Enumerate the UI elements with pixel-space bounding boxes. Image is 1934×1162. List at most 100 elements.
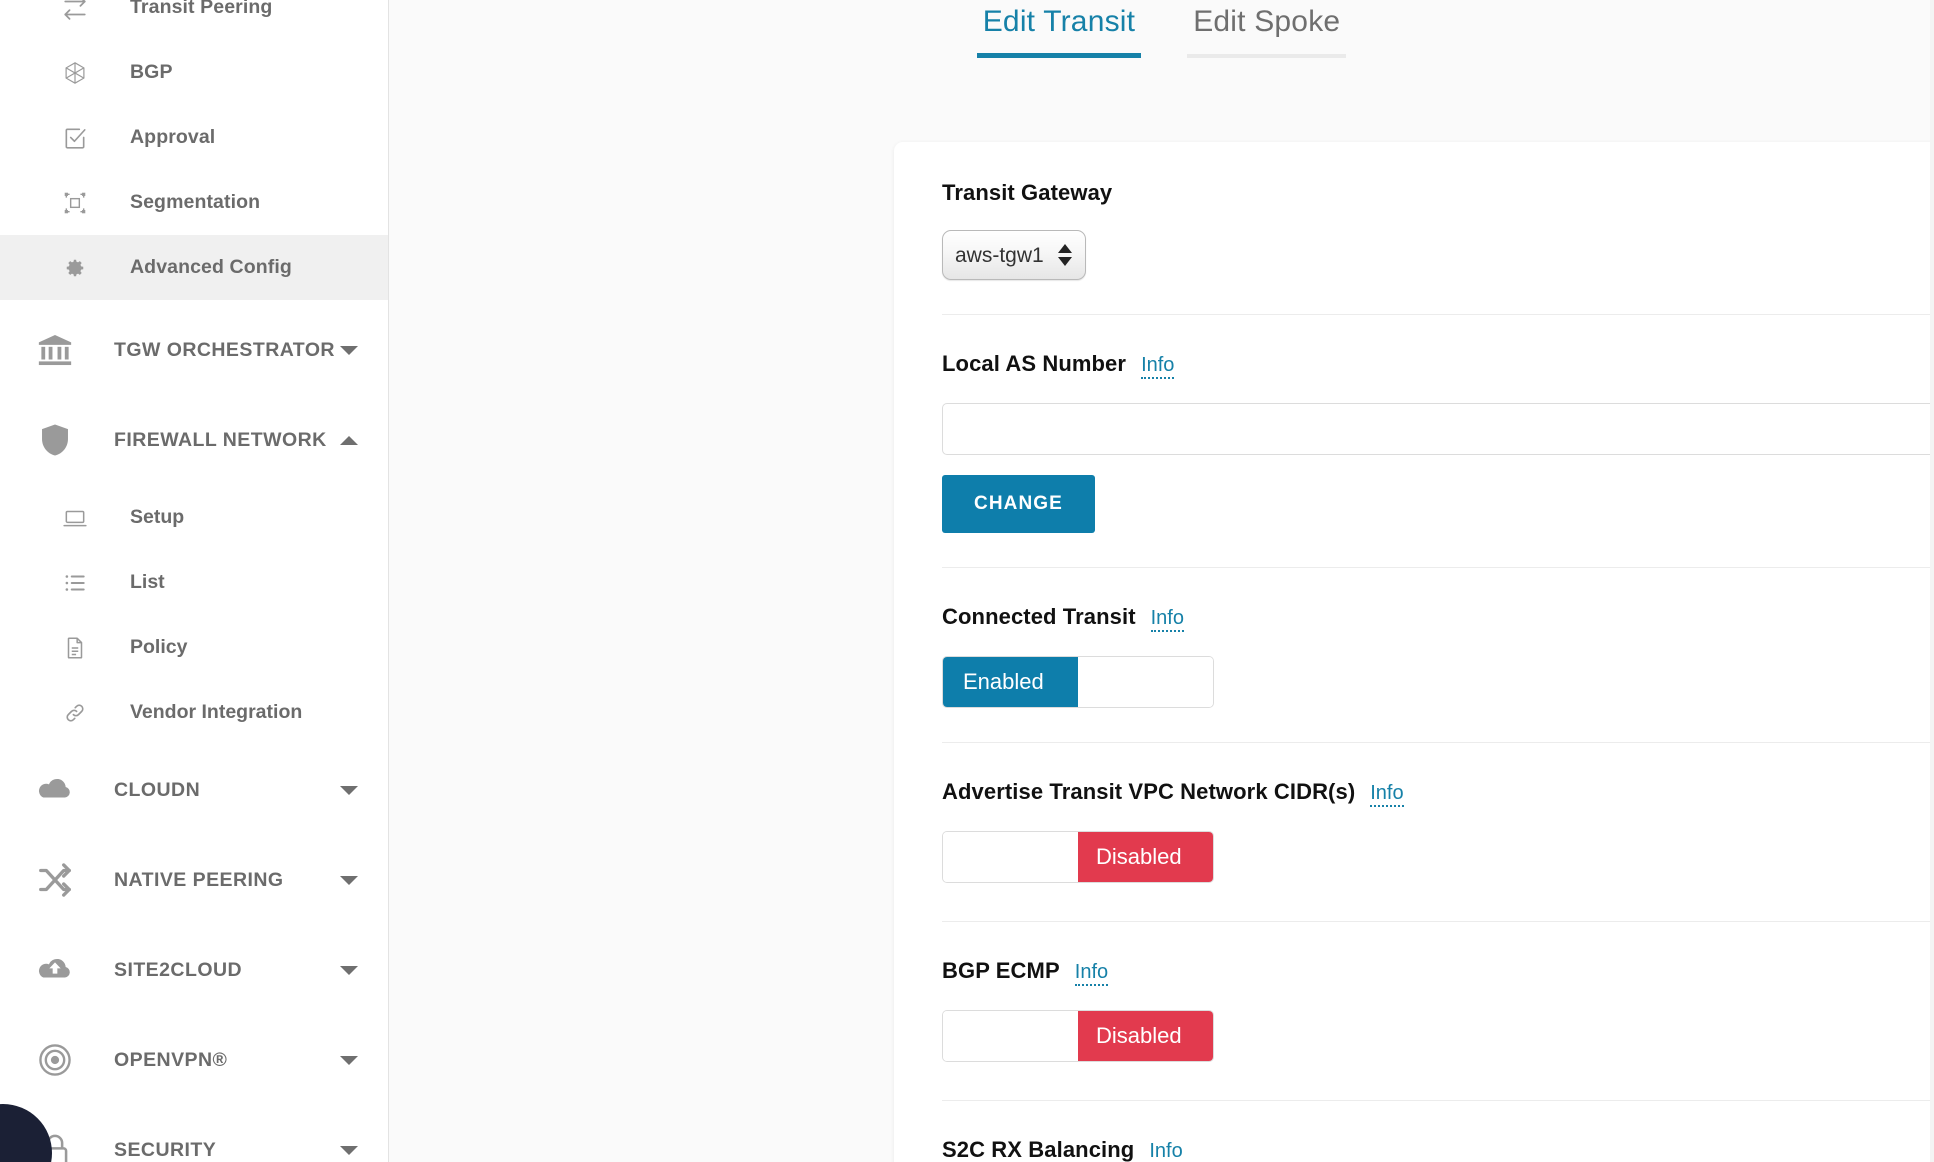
chevron-down-icon[interactable]	[340, 966, 358, 975]
field-header: S2C RX Balancing Info	[942, 1137, 1934, 1162]
field-connected-transit: Connected Transit Info Enabled	[942, 568, 1934, 743]
transit-gateway-select-wrap: aws-tgw1	[942, 230, 1086, 280]
field-label: BGP ECMP	[942, 958, 1060, 984]
main-content: Edit Transit Edit Spoke Transit Gateway …	[389, 0, 1934, 1162]
sidebar-item-advanced-config[interactable]: Advanced Config	[0, 235, 388, 300]
sidebar-item-label: Segmentation	[130, 191, 260, 214]
toggle-state-label: Disabled	[1078, 832, 1213, 882]
field-label: Advertise Transit VPC Network CIDR(s)	[942, 779, 1355, 805]
info-link[interactable]: Info	[1075, 961, 1108, 986]
field-header: BGP ECMP Info	[942, 958, 1934, 986]
tab-underline	[977, 53, 1141, 58]
transfer-icon	[58, 0, 92, 21]
chevron-down-icon[interactable]	[340, 1056, 358, 1065]
sidebar: Transit Peering BGP Approv	[0, 0, 389, 1162]
transit-gateway-select[interactable]: aws-tgw1	[942, 230, 1086, 280]
toggle-state-label: Disabled	[1078, 1011, 1213, 1061]
sidebar-item-label: List	[130, 571, 165, 594]
tab-bar: Edit Transit Edit Spoke	[389, 0, 1934, 60]
advertise-cidrs-toggle[interactable]: Disabled	[942, 831, 1214, 883]
local-as-number-field: ▲▼	[942, 403, 1934, 455]
list-icon	[58, 570, 92, 596]
info-link[interactable]: Info	[1141, 354, 1174, 379]
sidebar-item-label: Setup	[130, 506, 184, 529]
sidebar-item-policy[interactable]: Policy	[0, 615, 388, 680]
link-icon	[58, 700, 92, 726]
sidebar-group-label: FIREWALL NETWORK	[114, 429, 327, 452]
sidebar-item-bgp[interactable]: BGP	[0, 40, 388, 105]
field-local-as-number: Local AS Number Info ▲▼ CHANGE	[942, 315, 1934, 568]
target-icon	[32, 1041, 78, 1079]
toggle-track	[1078, 657, 1213, 707]
field-header: Advertise Transit VPC Network CIDR(s) In…	[942, 779, 1934, 807]
sidebar-item-label: Approval	[130, 126, 215, 149]
tab-label: Edit Spoke	[1193, 5, 1340, 38]
tab-edit-spoke[interactable]: Edit Spoke	[1187, 0, 1346, 58]
sidebar-group-label: OPENVPN®	[114, 1049, 227, 1072]
local-as-number-input[interactable]	[942, 403, 1934, 455]
sidebar-group-label: SECURITY	[114, 1139, 216, 1162]
field-advertise-cidrs: Advertise Transit VPC Network CIDR(s) In…	[942, 743, 1934, 922]
shuffle-icon	[32, 861, 78, 899]
toggle-track	[943, 1011, 1078, 1061]
sidebar-item-label: Vendor Integration	[130, 701, 302, 724]
chevron-down-icon[interactable]	[340, 1146, 358, 1155]
toggle-track	[943, 832, 1078, 882]
chevron-down-icon[interactable]	[340, 786, 358, 795]
field-transit-gateway: Transit Gateway aws-tgw1	[942, 142, 1934, 315]
document-icon	[58, 635, 92, 661]
sidebar-group-native-peering[interactable]: NATIVE PEERING	[0, 835, 388, 925]
field-header: Transit Gateway	[942, 180, 1934, 206]
connected-transit-toggle[interactable]: Enabled	[942, 656, 1214, 708]
field-label: Transit Gateway	[942, 180, 1112, 206]
sidebar-item-setup[interactable]: Setup	[0, 485, 388, 550]
sidebar-item-segmentation[interactable]: Segmentation	[0, 170, 388, 235]
sidebar-item-label: BGP	[130, 61, 173, 84]
cloud-icon	[32, 770, 78, 810]
field-header: Connected Transit Info	[942, 604, 1934, 632]
sidebar-group-cloudn[interactable]: CLOUDN	[0, 745, 388, 835]
app-root: Transit Peering BGP Approv	[0, 0, 1934, 1162]
bank-icon	[32, 331, 78, 369]
tab-underline	[1187, 54, 1346, 58]
field-s2c-rx-balancing: S2C RX Balancing Info Disabled	[942, 1101, 1934, 1162]
chevron-down-icon[interactable]	[340, 876, 358, 885]
info-link[interactable]: Info	[1151, 607, 1184, 632]
sidebar-group-label: SITE2CLOUD	[114, 959, 242, 982]
gear-icon	[58, 257, 92, 279]
sidebar-item-transit-peering[interactable]: Transit Peering	[0, 0, 388, 40]
sidebar-group-site2cloud[interactable]: SITE2CLOUD	[0, 925, 388, 1015]
chevron-up-icon[interactable]	[340, 436, 358, 445]
shield-icon	[32, 421, 78, 459]
bgp-ecmp-toggle[interactable]: Disabled	[942, 1010, 1214, 1062]
sidebar-group-label: NATIVE PEERING	[114, 869, 284, 892]
toggle-state-label: Enabled	[943, 657, 1078, 707]
page-scrollbar[interactable]	[1930, 0, 1934, 1162]
change-button[interactable]: CHANGE	[942, 475, 1095, 533]
sidebar-group-label: CLOUDN	[114, 779, 200, 802]
sidebar-group-tgw-orchestrator[interactable]: TGW ORCHESTRATOR	[0, 305, 388, 395]
field-bgp-ecmp: BGP ECMP Info Disabled	[942, 922, 1934, 1101]
sidebar-group-openvpn[interactable]: OPENVPN®	[0, 1015, 388, 1105]
info-link[interactable]: Info	[1370, 782, 1403, 807]
edit-transit-form-card: Transit Gateway aws-tgw1 Local AS Number…	[894, 142, 1934, 1162]
sidebar-item-label: Advanced Config	[130, 256, 292, 279]
sidebar-item-approval[interactable]: Approval	[0, 105, 388, 170]
sidebar-group-label: TGW ORCHESTRATOR	[114, 339, 335, 362]
sidebar-item-vendor-integration[interactable]: Vendor Integration	[0, 680, 388, 745]
sidebar-group-security[interactable]: SECURITY	[0, 1105, 388, 1162]
sidebar-group-firewall-network[interactable]: FIREWALL NETWORK	[0, 395, 388, 485]
chevron-down-icon[interactable]	[340, 346, 358, 355]
hexagon-mesh-icon	[58, 60, 92, 86]
info-link[interactable]: Info	[1149, 1140, 1182, 1162]
tab-label: Edit Transit	[983, 5, 1135, 38]
tab-edit-transit[interactable]: Edit Transit	[977, 0, 1141, 58]
segmentation-icon	[58, 190, 92, 216]
sidebar-item-label: Transit Peering	[130, 0, 272, 19]
cloud-upload-icon	[32, 950, 78, 990]
laptop-icon	[58, 505, 92, 531]
field-label: Local AS Number	[942, 351, 1126, 377]
field-label: S2C RX Balancing	[942, 1137, 1134, 1162]
sidebar-item-list[interactable]: List	[0, 550, 388, 615]
field-header: Local AS Number Info	[942, 351, 1934, 379]
